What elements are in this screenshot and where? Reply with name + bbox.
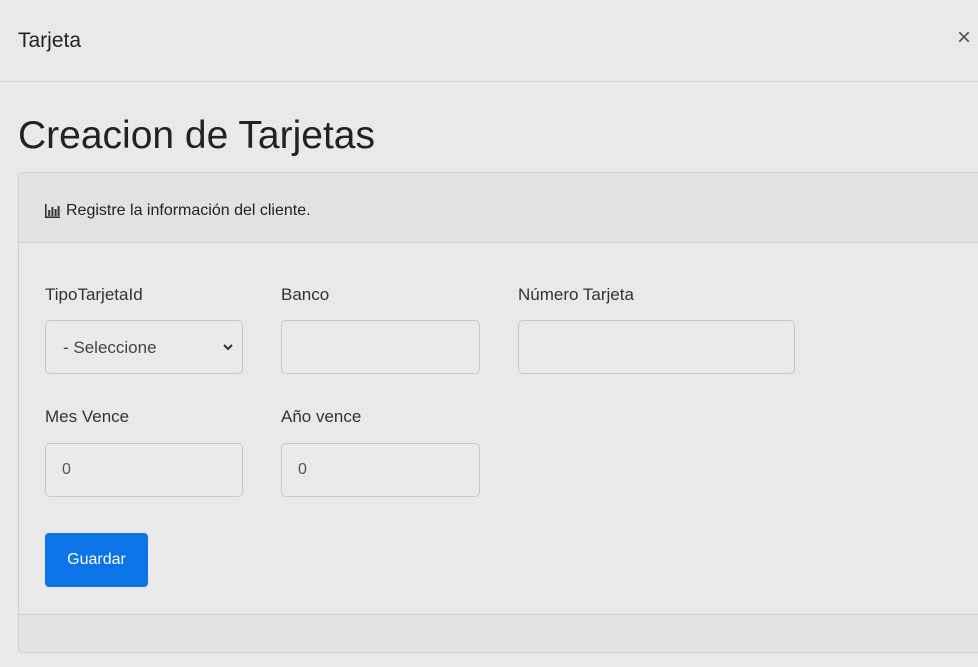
modal-header: Tarjeta ×	[0, 0, 978, 82]
save-button[interactable]: Guardar	[45, 533, 148, 587]
banco-input[interactable]	[281, 320, 480, 374]
modal-dialog: Tarjeta × Creacion de Tarjetas Registre …	[0, 0, 978, 667]
bar-chart-icon	[45, 204, 60, 218]
anio-vence-input[interactable]	[281, 443, 480, 497]
tipo-tarjeta-selected: - Seleccione	[63, 338, 157, 357]
tipo-tarjeta-select[interactable]: - Seleccione	[45, 320, 243, 374]
anio-vence-label: Año vence	[281, 407, 362, 426]
form-card: Registre la información del cliente.	[18, 172, 978, 653]
mes-vence-label: Mes Vence	[45, 407, 130, 426]
close-button[interactable]: ×	[957, 24, 978, 52]
modal-title: Tarjeta	[18, 29, 82, 52]
page-title: Creacion de Tarjetas	[18, 114, 375, 157]
mes-vence-input[interactable]	[45, 443, 243, 497]
numero-tarjeta-input[interactable]	[518, 320, 795, 374]
chevron-down-icon	[223, 344, 233, 351]
card-header: Registre la información del cliente.	[19, 173, 978, 243]
numero-tarjeta-label: Número Tarjeta	[518, 285, 634, 304]
card-header-text: Registre la información del cliente.	[66, 202, 311, 219]
card-footer	[19, 614, 978, 652]
banco-label: Banco	[281, 285, 330, 304]
tipo-tarjeta-label: TipoTarjetaId	[45, 285, 143, 304]
